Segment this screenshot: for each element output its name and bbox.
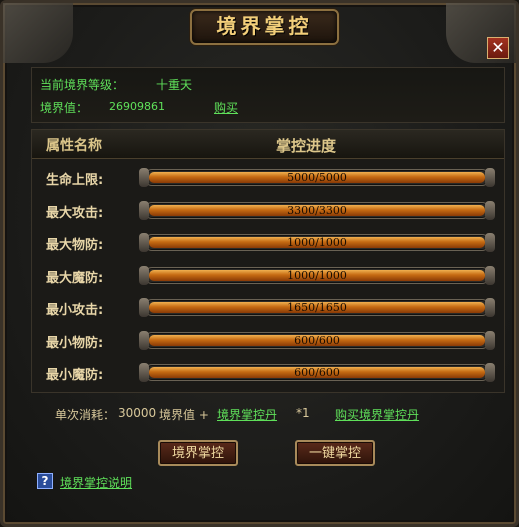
stat-label: 最大物防: <box>46 238 104 253</box>
points-value: 26909861 <box>109 100 165 113</box>
close-icon: ✕ <box>491 38 505 57</box>
help-icon[interactable]: ? <box>37 473 53 489</box>
buy-points-link[interactable]: 购买 <box>214 99 238 116</box>
bar-cap-right <box>485 363 495 382</box>
level-label: 当前境界等级： <box>40 78 125 92</box>
progress-bar: 1000/1000 <box>139 265 495 285</box>
stat-row: 生命上限: 5000/5000 <box>32 161 504 193</box>
progress-text: 5000/5000 <box>287 171 347 184</box>
control-button[interactable]: 境界掌控 <box>158 440 238 466</box>
stat-label: 最小物防: <box>46 335 104 351</box>
progress-bar: 1650/1650 <box>139 298 495 317</box>
stat-label: 最小魔防: <box>46 368 104 383</box>
frame-ornament-left <box>3 3 73 63</box>
progress-bar: 5000/5000 <box>139 168 495 187</box>
progress-text: 1000/1000 <box>287 236 347 249</box>
cost-item-count: *1 <box>296 406 310 420</box>
window-title: 境界掌控 <box>216 14 313 38</box>
stat-label: 最大攻击: <box>46 205 104 221</box>
bar-cap-right <box>485 298 495 317</box>
stat-row: 最大物防: 1000/1000 <box>32 226 504 258</box>
stat-label: 生命上限: <box>46 173 104 188</box>
cost-unit: 境界值 + <box>159 408 209 422</box>
info-panel: 当前境界等级： 十重天 境界值： 26909861 购买 <box>31 67 505 123</box>
stat-row: 最小魔防: 600/600 <box>32 356 504 388</box>
realm-control-window: 境界掌控 ✕ 当前境界等级： 十重天 境界值： 26909861 购买 属性名称… <box>0 0 519 527</box>
progress-text: 600/600 <box>294 333 340 347</box>
cost-amount: 30000 <box>118 406 157 420</box>
stat-label: 最小攻击: <box>46 303 104 318</box>
progress-bar: 600/600 <box>139 330 495 350</box>
stat-row: 最小攻击: 1650/1650 <box>32 291 504 323</box>
attribute-list: 属性名称 掌控进度 生命上限: 5000/5000 最大攻击: 3300/3300 最大… <box>31 129 505 393</box>
stat-row: 最大攻击: 3300/3300 <box>32 194 504 226</box>
bar-cap-right <box>485 233 495 252</box>
buy-control-pill-link[interactable]: 购买境界掌控丹 <box>335 406 419 423</box>
progress-text: 1000/1000 <box>287 268 347 282</box>
progress-bar: 600/600 <box>139 363 495 382</box>
progress-text: 1650/1650 <box>287 301 347 314</box>
cost-label: 单次消耗： <box>55 408 116 422</box>
progress-text: 3300/3300 <box>287 203 347 217</box>
bar-cap-right <box>485 168 495 187</box>
progress-bar: 3300/3300 <box>139 200 495 220</box>
bar-cap-right <box>485 200 495 220</box>
points-label: 境界值： <box>40 101 89 115</box>
title-plate: 境界掌控 <box>190 9 339 45</box>
help-link[interactable]: 境界掌控说明 <box>60 474 132 491</box>
stat-label: 最大魔防: <box>46 270 104 286</box>
progress-text: 600/600 <box>294 366 340 379</box>
stat-row: 最大魔防: 1000/1000 <box>32 259 504 291</box>
header-attribute-name: 属性名称 <box>46 138 102 154</box>
stat-row: 最小物防: 600/600 <box>32 324 504 356</box>
close-button[interactable]: ✕ <box>487 37 509 59</box>
header-control-progress: 掌控进度 <box>276 137 337 155</box>
bar-cap-right <box>485 265 495 285</box>
one-click-control-button[interactable]: 一键掌控 <box>295 440 375 466</box>
level-value: 十重天 <box>156 78 193 92</box>
bar-cap-right <box>485 330 495 350</box>
list-header: 属性名称 掌控进度 <box>32 130 504 159</box>
progress-bar: 1000/1000 <box>139 233 495 252</box>
control-pill-link[interactable]: 境界掌控丹 <box>217 406 277 423</box>
